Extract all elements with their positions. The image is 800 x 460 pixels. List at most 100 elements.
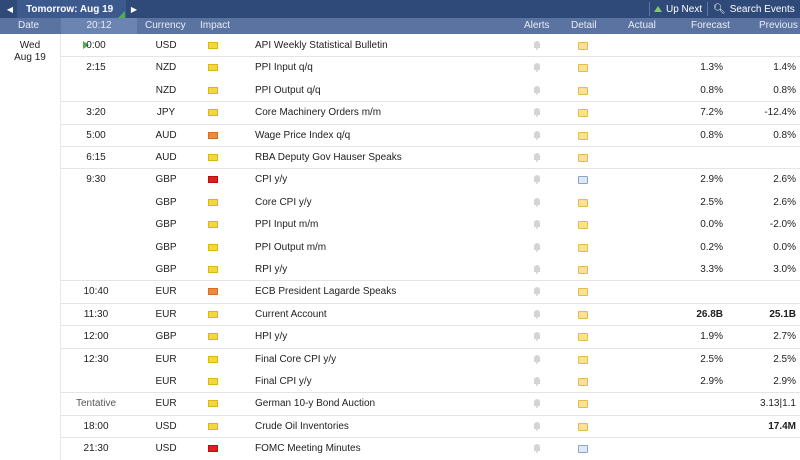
event-time: 9:30 (86, 174, 106, 185)
bell-icon[interactable] (533, 41, 541, 50)
event-currency: NZD (155, 85, 177, 96)
folder-icon[interactable] (578, 266, 588, 274)
event-title[interactable]: Core CPI y/y (255, 191, 312, 214)
folder-icon[interactable] (578, 356, 588, 364)
event-title[interactable]: Crude Oil Inventories (255, 415, 349, 438)
bell-icon[interactable] (533, 310, 541, 319)
folder-icon[interactable] (578, 244, 588, 252)
impact-icon (208, 176, 218, 183)
table-row[interactable]: 0:00 USD API Weekly Statistical Bulletin (61, 34, 800, 57)
folder-icon[interactable] (578, 311, 588, 319)
tomorrow-tab[interactable]: Tomorrow: Aug 19 (17, 0, 126, 18)
event-title[interactable]: PPI Input m/m (255, 213, 318, 236)
table-row[interactable]: Tentative EUR German 10-y Bond Auction 3.13… (61, 392, 800, 415)
event-title[interactable]: HPI y/y (255, 325, 287, 348)
bell-icon[interactable] (533, 220, 541, 229)
table-row[interactable]: 3:20 JPY Core Machinery Orders m/m 7.2% -12.… (61, 101, 800, 124)
event-title[interactable]: PPI Input q/q (255, 56, 313, 79)
event-title[interactable]: Current Account (255, 303, 327, 326)
table-row[interactable]: NZD PPI Output q/q 0.8% 0.8% (61, 79, 800, 102)
folder-icon[interactable] (578, 154, 588, 162)
folder-icon[interactable] (578, 109, 588, 117)
up-next-button[interactable]: Up Next (654, 0, 702, 18)
event-title[interactable]: FOMC Meeting Minutes (255, 437, 361, 460)
event-title[interactable]: Wage Price Index q/q (255, 124, 350, 147)
folder-icon[interactable] (578, 378, 588, 386)
previous-day-button[interactable]: ◀ (3, 0, 17, 18)
forecast-value: 2.9% (700, 376, 723, 387)
bell-icon[interactable] (533, 86, 541, 95)
event-currency: EUR (155, 376, 177, 387)
event-title[interactable]: CPI y/y (255, 168, 287, 191)
bell-icon[interactable] (533, 108, 541, 117)
bell-icon[interactable] (533, 198, 541, 207)
bell-icon[interactable] (533, 422, 541, 431)
folder-icon[interactable] (578, 288, 588, 296)
forecast-value (651, 437, 723, 460)
search-events-button[interactable]: 🔍︎ Search Events (713, 0, 795, 18)
bell-icon[interactable] (533, 444, 541, 453)
table-row[interactable]: GBP PPI Input m/m 0.0% -2.0% (61, 213, 800, 236)
bell-icon[interactable] (533, 243, 541, 252)
forecast-value: 0.8% (700, 85, 723, 96)
event-title[interactable]: Final Core CPI y/y (255, 348, 336, 371)
table-row[interactable]: 9:30 GBP CPI y/y 2.9% 2.6% (61, 168, 800, 191)
event-title[interactable]: RPI y/y (255, 258, 287, 281)
bell-icon[interactable] (533, 175, 541, 184)
next-day-button[interactable]: ▶ (127, 0, 141, 18)
impact-icon (208, 378, 218, 385)
folder-icon[interactable] (578, 64, 588, 72)
table-row[interactable]: 2:15 NZD PPI Input q/q 1.3% 1.4% (61, 56, 800, 79)
event-title[interactable]: ECB President Lagarde Speaks (255, 280, 396, 303)
event-title[interactable]: Final CPI y/y (255, 370, 312, 393)
forecast-value: 2.9% (700, 174, 723, 185)
folder-icon[interactable] (578, 400, 588, 408)
event-title[interactable]: PPI Output q/q (255, 79, 321, 102)
folder-icon[interactable] (578, 132, 588, 140)
bell-icon[interactable] (533, 332, 541, 341)
bell-icon[interactable] (533, 399, 541, 408)
table-row[interactable]: 11:30 EUR Current Account 26.8B 25.1B (61, 303, 800, 326)
table-row[interactable]: 18:00 USD Crude Oil Inventories 17.4M (61, 415, 800, 438)
table-row[interactable]: 12:30 EUR Final Core CPI y/y 2.5% 2.5% (61, 348, 800, 371)
event-title[interactable]: RBA Deputy Gov Hauser Speaks (255, 146, 402, 169)
folder-icon[interactable] (578, 333, 588, 341)
folder-icon[interactable] (578, 221, 588, 229)
impact-icon (208, 154, 218, 161)
media-folder-icon[interactable] (578, 176, 588, 184)
bell-icon[interactable] (533, 131, 541, 140)
event-title[interactable]: PPI Output m/m (255, 236, 326, 259)
table-row[interactable]: 12:00 GBP HPI y/y 1.9% 2.7% (61, 325, 800, 348)
column-time[interactable]: 20:12 (61, 18, 137, 34)
table-row[interactable]: GBP Core CPI y/y 2.5% 2.6% (61, 191, 800, 214)
column-actual: Actual (628, 20, 656, 31)
table-row[interactable]: 10:40 EUR ECB President Lagarde Speaks (61, 280, 800, 303)
event-time: 2:15 (86, 62, 106, 73)
event-title[interactable]: German 10-y Bond Auction (255, 392, 375, 415)
previous-value: 0.8% (773, 130, 796, 141)
event-title[interactable]: Core Machinery Orders m/m (255, 101, 381, 124)
bell-icon[interactable] (533, 265, 541, 274)
table-row[interactable]: 21:30 USD FOMC Meeting Minutes (61, 437, 800, 460)
forecast-value: 1.9% (700, 331, 723, 342)
folder-icon[interactable] (578, 87, 588, 95)
table-row[interactable]: EUR Final CPI y/y 2.9% 2.9% (61, 370, 800, 393)
table-row[interactable]: 6:15 AUD RBA Deputy Gov Hauser Speaks (61, 146, 800, 169)
folder-icon[interactable] (578, 199, 588, 207)
table-row[interactable]: GBP PPI Output m/m 0.2% 0.0% (61, 236, 800, 259)
media-folder-icon[interactable] (578, 445, 588, 453)
day-date: Aug 19 (14, 52, 46, 63)
bell-icon[interactable] (533, 153, 541, 162)
column-impact: Impact (200, 20, 231, 31)
table-row[interactable]: 5:00 AUD Wage Price Index q/q 0.8% 0.8% (61, 124, 800, 147)
bell-icon[interactable] (533, 63, 541, 72)
event-time (61, 370, 131, 393)
bell-icon[interactable] (533, 377, 541, 386)
folder-icon[interactable] (578, 42, 588, 50)
folder-icon[interactable] (578, 423, 588, 431)
bell-icon[interactable] (533, 355, 541, 364)
bell-icon[interactable] (533, 287, 541, 296)
column-header-row: Date 20:12 Currency Impact Alerts Detail… (0, 18, 800, 34)
table-row[interactable]: GBP RPI y/y 3.3% 3.0% (61, 258, 800, 281)
event-title[interactable]: API Weekly Statistical Bulletin (255, 34, 388, 57)
